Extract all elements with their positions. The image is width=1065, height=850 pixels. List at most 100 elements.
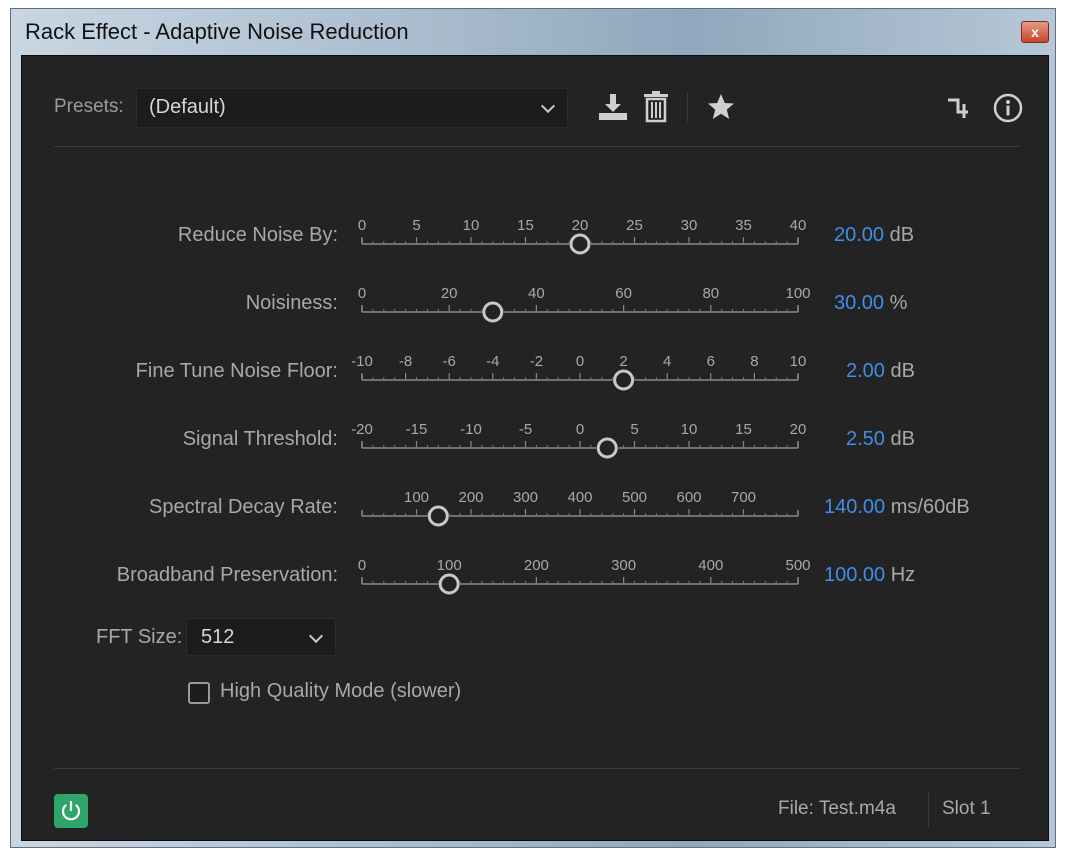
tick-label: 8 bbox=[750, 353, 758, 370]
tick-label: -6 bbox=[443, 353, 456, 370]
slider-fine-tune-noise-floor[interactable]: -10 -8 -6 -4 -2 0 2 4 6 8 10 bbox=[351, 346, 807, 396]
presets-label: Presets: bbox=[54, 96, 124, 117]
power-button[interactable] bbox=[54, 794, 88, 828]
slider-thumb[interactable] bbox=[569, 233, 591, 255]
high-quality-checkbox[interactable] bbox=[188, 682, 210, 704]
tick-label: 200 bbox=[524, 557, 549, 574]
value-spectral-decay-rate[interactable]: 140.00 ms/60dB bbox=[824, 496, 970, 519]
title-bar[interactable]: Rack Effect - Adaptive Noise Reduction x bbox=[11, 9, 1055, 55]
tick-label: 0 bbox=[358, 285, 366, 302]
param-label-signal-threshold: Signal Threshold: bbox=[182, 428, 338, 450]
toolbar-separator bbox=[54, 146, 1020, 147]
power-icon bbox=[61, 800, 81, 821]
tick-label: 500 bbox=[785, 557, 810, 574]
chevron-down-icon bbox=[540, 98, 556, 114]
slider-spectral-decay-rate[interactable]: 100 200 300 400 500 600 700 bbox=[356, 482, 804, 532]
footer-divider bbox=[928, 792, 929, 828]
tick-label: 300 bbox=[513, 489, 538, 506]
tick-label: 10 bbox=[790, 353, 807, 370]
slider-thumb[interactable] bbox=[482, 301, 504, 323]
tick-label: 40 bbox=[528, 285, 545, 302]
tick-label: 20 bbox=[441, 285, 458, 302]
rack-effect-window: Rack Effect - Adaptive Noise Reduction x… bbox=[10, 8, 1056, 848]
fft-size-value: 512 bbox=[201, 626, 235, 648]
tick-label: 5 bbox=[412, 217, 420, 234]
tick-label: 10 bbox=[463, 217, 480, 234]
slider-broadband-preservation[interactable]: 0 100 200 300 400 500 bbox=[356, 550, 811, 600]
tick-label: 400 bbox=[567, 489, 592, 506]
tick-label: -20 bbox=[351, 421, 373, 438]
tick-label: 25 bbox=[626, 217, 643, 234]
tick-label: 15 bbox=[517, 217, 534, 234]
tick-label: 60 bbox=[615, 285, 632, 302]
tick-label: 40 bbox=[790, 217, 807, 234]
close-button[interactable]: x bbox=[1021, 21, 1049, 43]
preset-dropdown[interactable]: (Default) bbox=[136, 88, 568, 128]
fft-size-label: FFT Size: bbox=[96, 626, 183, 648]
slider-noisiness[interactable]: 0 20 40 60 80 100 bbox=[356, 278, 811, 328]
tick-label: -5 bbox=[519, 421, 532, 438]
value-broadband-preservation[interactable]: 100.00 Hz bbox=[824, 564, 915, 587]
tick-label: 4 bbox=[663, 353, 671, 370]
toolbar-divider bbox=[687, 92, 688, 122]
tick-label: 10 bbox=[681, 421, 698, 438]
slot-label: Slot 1 bbox=[942, 798, 991, 819]
tick-label: 20 bbox=[572, 217, 589, 234]
tick-label: 100 bbox=[404, 489, 429, 506]
tick-label: 6 bbox=[707, 353, 715, 370]
file-name: File: Test.m4a bbox=[778, 798, 896, 819]
tick-label: 200 bbox=[458, 489, 483, 506]
tick-label: 400 bbox=[698, 557, 723, 574]
tick-label: 700 bbox=[731, 489, 756, 506]
param-label-fine-tune-noise-floor: Fine Tune Noise Floor: bbox=[135, 360, 338, 382]
value-signal-threshold[interactable]: 2.50 dB bbox=[846, 428, 915, 451]
window-title: Rack Effect - Adaptive Noise Reduction bbox=[25, 19, 409, 44]
tick-label: 35 bbox=[735, 217, 752, 234]
tick-label: 15 bbox=[735, 421, 752, 438]
tick-label: -2 bbox=[530, 353, 543, 370]
save-preset-icon[interactable] bbox=[596, 92, 630, 122]
slider-thumb[interactable] bbox=[438, 573, 460, 595]
tick-label: 300 bbox=[611, 557, 636, 574]
slider-reduce-noise[interactable]: 0 5 10 15 20 25 30 35 40 bbox=[356, 210, 807, 260]
tick-label: 30 bbox=[681, 217, 698, 234]
tick-label: 0 bbox=[576, 353, 584, 370]
slider-signal-threshold[interactable]: -20 -15 -10 -5 0 5 10 15 20 bbox=[351, 414, 807, 464]
tick-label: 0 bbox=[576, 421, 584, 438]
fft-size-dropdown[interactable]: 512 bbox=[186, 618, 336, 656]
value-fine-tune-noise-floor[interactable]: 2.00 dB bbox=[846, 360, 915, 383]
effect-panel: Presets: (Default) Reduce Noise By: 0 5 … bbox=[21, 55, 1049, 841]
param-label-broadband-preservation: Broadband Preservation: bbox=[116, 564, 338, 586]
delete-preset-icon[interactable] bbox=[642, 90, 670, 124]
tick-label: 500 bbox=[622, 489, 647, 506]
tick-label: 100 bbox=[785, 285, 810, 302]
routing-icon[interactable] bbox=[946, 96, 972, 120]
value-noisiness[interactable]: 30.00 % bbox=[834, 292, 907, 315]
tick-label: 20 bbox=[790, 421, 807, 438]
tick-label: -10 bbox=[460, 421, 482, 438]
tick-label: -10 bbox=[351, 353, 373, 370]
param-label-reduce-noise: Reduce Noise By: bbox=[177, 224, 338, 246]
tick-label: -8 bbox=[399, 353, 412, 370]
slider-thumb[interactable] bbox=[613, 369, 635, 391]
favorite-star-icon[interactable] bbox=[706, 92, 736, 122]
footer-separator bbox=[54, 768, 1020, 769]
tick-label: 100 bbox=[437, 557, 462, 574]
tick-label: -15 bbox=[406, 421, 428, 438]
high-quality-label[interactable]: High Quality Mode (slower) bbox=[220, 680, 461, 703]
tick-label: -4 bbox=[486, 353, 499, 370]
info-icon[interactable] bbox=[992, 92, 1024, 124]
tick-label: 80 bbox=[702, 285, 719, 302]
value-reduce-noise[interactable]: 20.00 dB bbox=[834, 224, 914, 247]
tick-label: 600 bbox=[676, 489, 701, 506]
param-label-spectral-decay-rate: Spectral Decay Rate: bbox=[149, 496, 338, 518]
chevron-down-icon bbox=[308, 628, 324, 644]
tick-label: 0 bbox=[358, 557, 366, 574]
param-label-noisiness: Noisiness: bbox=[245, 292, 338, 314]
tick-label: 2 bbox=[619, 353, 627, 370]
slider-thumb[interactable] bbox=[596, 437, 618, 459]
close-icon: x bbox=[1031, 24, 1039, 40]
tick-label: 5 bbox=[630, 421, 638, 438]
slider-thumb[interactable] bbox=[427, 505, 449, 527]
tick-label: 0 bbox=[358, 217, 366, 234]
